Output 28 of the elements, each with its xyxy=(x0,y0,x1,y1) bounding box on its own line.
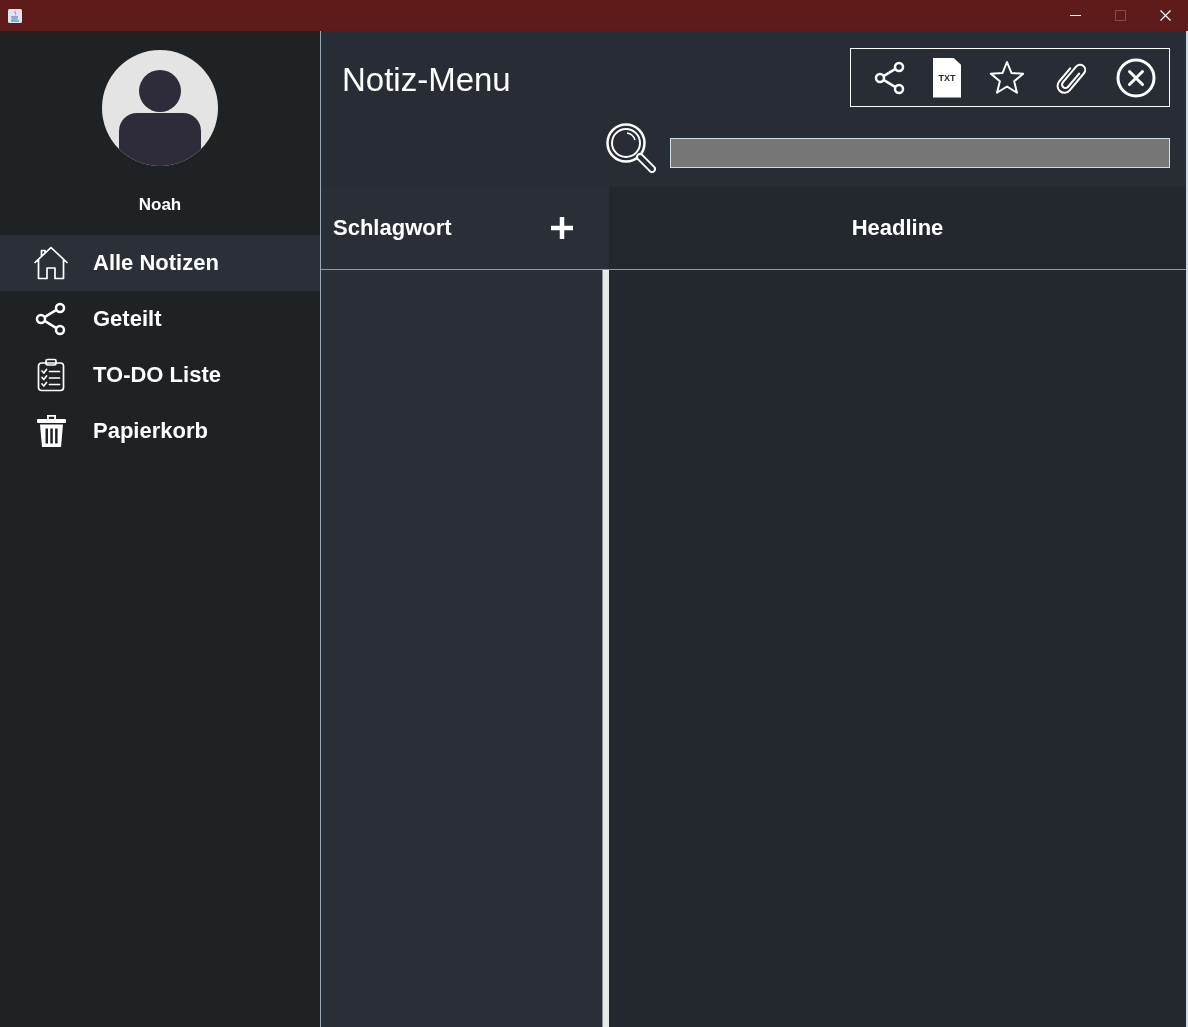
txt-file-button[interactable]: TXT xyxy=(933,57,961,98)
sidebar-item[interactable]: Alle Notizen xyxy=(0,235,320,291)
star-icon xyxy=(988,60,1026,95)
search-icon[interactable] xyxy=(605,122,656,173)
tag-column-title: Schlagwort xyxy=(333,215,452,241)
notes-column-title: Headline xyxy=(851,215,944,241)
close-icon xyxy=(1116,57,1156,98)
close-button[interactable] xyxy=(1116,57,1156,98)
clipboard-icon xyxy=(37,358,65,392)
close-icon xyxy=(1160,10,1171,21)
star-button[interactable] xyxy=(988,60,1026,95)
scrollbar[interactable] xyxy=(602,270,609,1027)
sidebar-item[interactable]: Papierkorb xyxy=(0,403,320,459)
share-button[interactable] xyxy=(874,60,906,95)
plus-icon xyxy=(550,216,574,240)
user-name: Noah xyxy=(138,195,182,215)
cup-icon xyxy=(8,8,22,23)
search-field[interactable] xyxy=(670,138,1170,168)
page-title: Notiz-Menu xyxy=(342,60,511,100)
share-icon xyxy=(874,60,906,95)
share-icon xyxy=(35,302,67,336)
maximize-icon xyxy=(1115,10,1126,21)
add-tag-button[interactable] xyxy=(550,216,574,240)
sidebar-item[interactable]: TO-DO Liste xyxy=(0,347,320,403)
home-icon xyxy=(33,246,69,280)
trash-icon xyxy=(35,414,67,448)
avatar-icon xyxy=(102,50,218,166)
sidebar-item[interactable]: Geteilt xyxy=(0,291,320,347)
